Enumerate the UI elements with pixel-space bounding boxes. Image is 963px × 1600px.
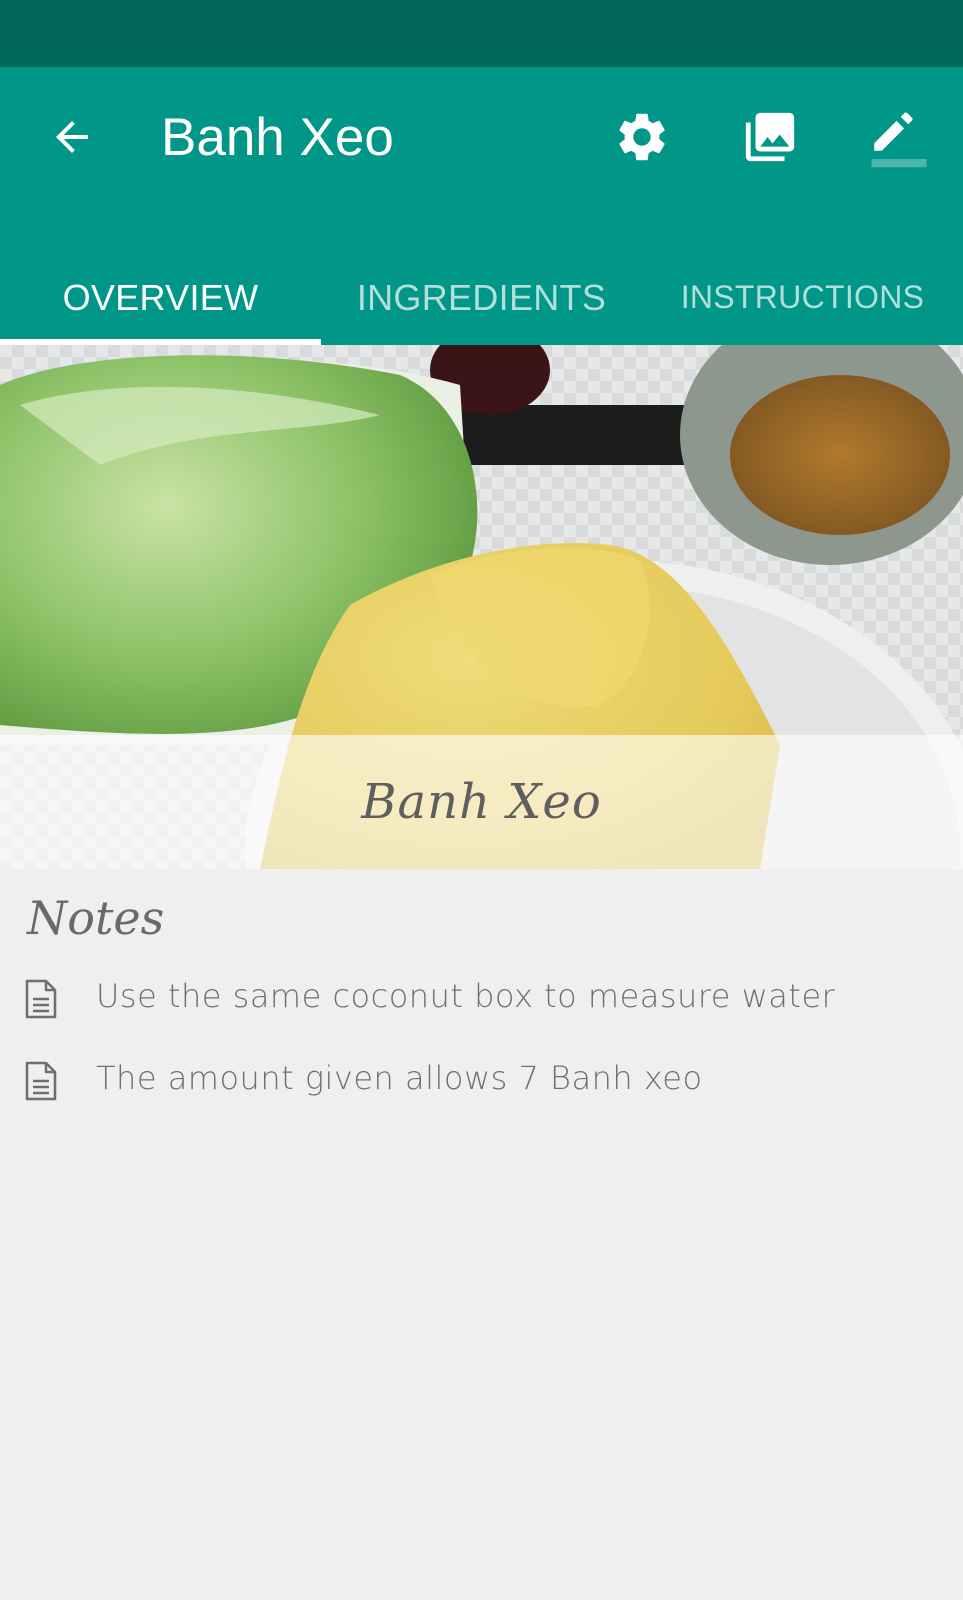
pencil-icon <box>871 112 927 168</box>
status-bar <box>0 0 963 67</box>
back-button[interactable] <box>34 99 110 175</box>
tab-instructions[interactable]: INSTRUCTIONS <box>642 277 963 347</box>
settings-button[interactable] <box>604 99 680 175</box>
app-bar: Banh Xeo OVERVIEW INGREDIENTS INSTRUCTIO… <box>0 67 963 345</box>
tab-overview[interactable]: OVERVIEW <box>0 277 321 345</box>
edit-button[interactable] <box>861 99 937 175</box>
recipe-photo: Banh Xeo <box>0 345 963 869</box>
document-icon <box>25 1061 57 1101</box>
gear-icon <box>619 113 665 161</box>
document-icon <box>25 979 57 1019</box>
photo-library-icon <box>745 112 795 162</box>
note-item: Use the same coconut box to measure wate… <box>0 969 963 1029</box>
recipe-caption-text: Banh Xeo <box>361 774 602 830</box>
tab-bar: OVERVIEW INGREDIENTS INSTRUCTIONS <box>0 277 963 345</box>
gallery-button[interactable] <box>732 99 808 175</box>
recipe-caption: Banh Xeo <box>0 735 963 869</box>
notes-heading: Notes <box>27 891 165 945</box>
arrow-back-icon <box>56 121 88 153</box>
note-item: The amount given allows 7 Banh xeo <box>0 1051 963 1111</box>
tab-ingredients[interactable]: INGREDIENTS <box>321 277 642 345</box>
note-text: The amount given allows 7 Banh xeo <box>96 1059 703 1097</box>
toolbar: Banh Xeo <box>0 67 963 217</box>
note-text: Use the same coconut box to measure wate… <box>96 977 836 1015</box>
page-title: Banh Xeo <box>161 108 394 167</box>
